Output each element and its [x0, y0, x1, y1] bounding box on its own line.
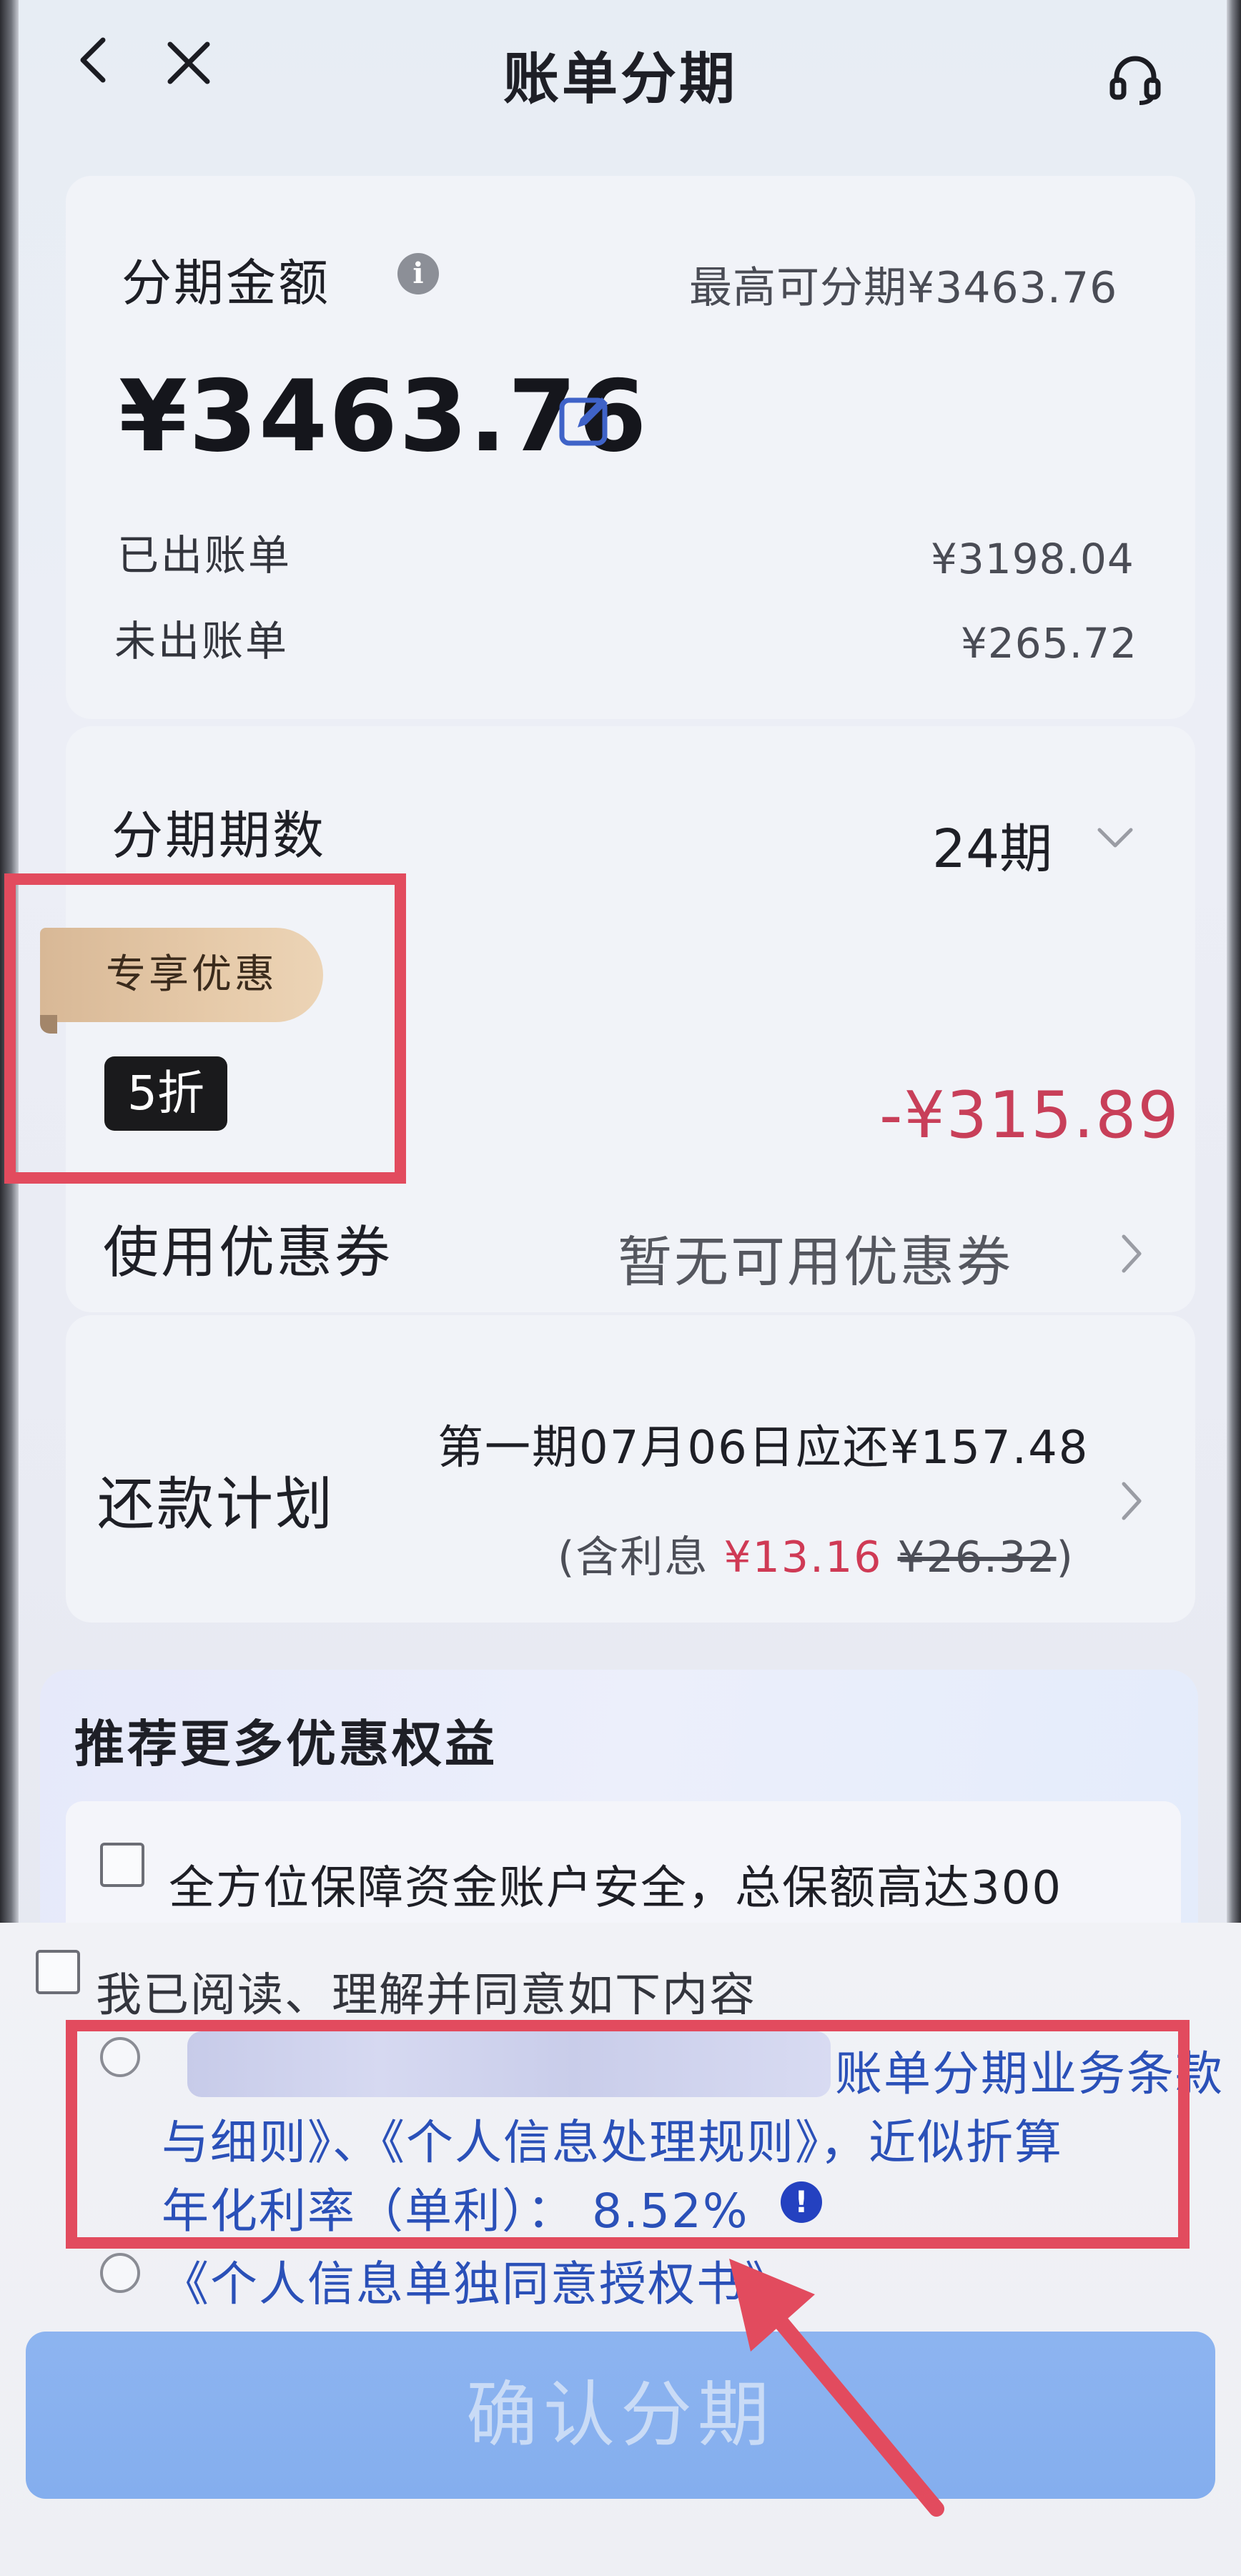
- installment-value: 24期: [932, 818, 1053, 880]
- billed-value: ¥3198.04: [931, 535, 1134, 583]
- consent-link[interactable]: 《个人信息单独同意授权书》: [162, 2246, 793, 2314]
- coupon-label: 使用优惠券: [103, 1221, 393, 1285]
- interest-original: ¥26.32: [897, 1532, 1057, 1582]
- coupon-chevron-right-icon[interactable]: [1117, 1232, 1145, 1278]
- discount-amount: -¥315.89: [879, 1078, 1180, 1153]
- recommend-checkbox[interactable]: [100, 1843, 144, 1887]
- interest-prefix: (含利息: [558, 1532, 709, 1582]
- agree-label: 我已阅读、理解并同意如下内容: [96, 1969, 756, 2022]
- arrow-annotation-icon: [708, 2251, 965, 2526]
- installment-selector[interactable]: 24期: [932, 806, 1052, 883]
- first-period-due: 第一期07月06日应还¥157.48: [437, 1422, 1089, 1475]
- chevron-down-icon[interactable]: [1095, 813, 1135, 863]
- agreement-radio-2[interactable]: [100, 2253, 140, 2293]
- billed-label: 已出账单: [117, 531, 292, 580]
- installment-label: 分期期数: [112, 806, 327, 866]
- interest-suffix: ): [1056, 1532, 1074, 1582]
- recommend-item-text: 全方位保障资金账户安全，总保额高达300: [169, 1862, 1063, 1915]
- max-amount-hint: 最高可分期¥3463.76: [689, 263, 1118, 313]
- edit-icon[interactable]: [556, 390, 615, 449]
- info-icon[interactable]: i: [397, 253, 439, 294]
- agree-checkbox[interactable]: [36, 1950, 80, 1994]
- highlight-box-promotion: [4, 873, 406, 1184]
- headset-icon[interactable]: [1107, 50, 1164, 107]
- recommend-title: 推荐更多优惠权益: [74, 1715, 498, 1773]
- unbilled-value: ¥265.72: [961, 619, 1137, 668]
- highlight-box-agreement: [66, 2020, 1190, 2249]
- interest-now: ¥13.16: [723, 1532, 883, 1582]
- coupon-value[interactable]: 暂无可用优惠券: [618, 1218, 1013, 1297]
- page-title: 账单分期: [503, 47, 738, 112]
- interest-line: (含利息 ¥13.16 ¥26.32): [558, 1522, 1074, 1585]
- confirm-button[interactable]: 确认分期: [26, 2332, 1215, 2499]
- unbilled-label: 未出账单: [114, 617, 290, 665]
- repayment-label: 还款计划: [97, 1471, 335, 1537]
- repayment-chevron-right-icon[interactable]: [1117, 1480, 1145, 1525]
- amount-label: 分期金额: [122, 254, 330, 312]
